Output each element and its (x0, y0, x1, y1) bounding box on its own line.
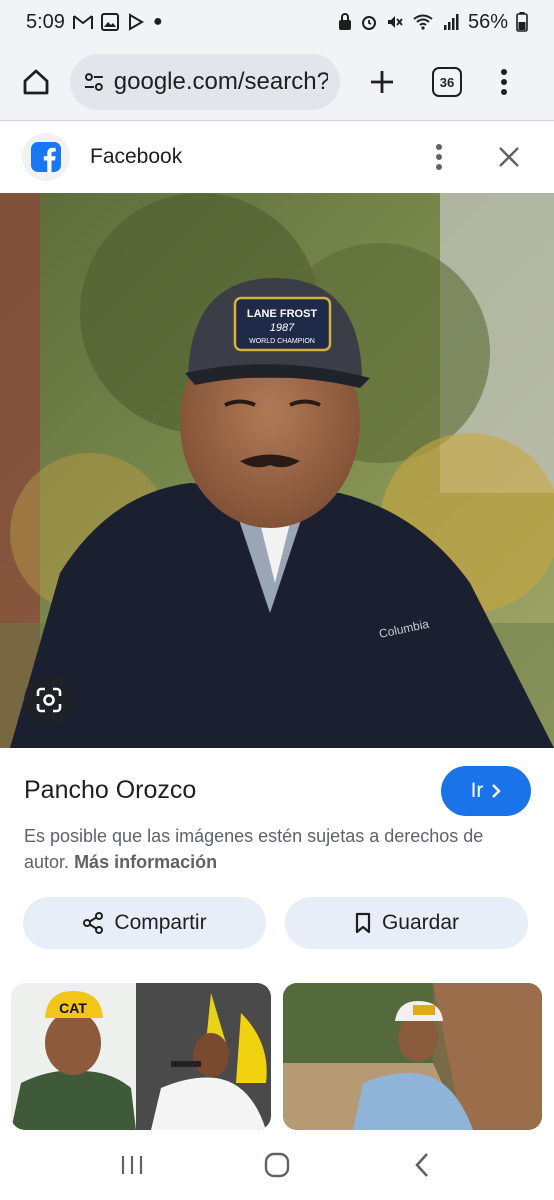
source-name[interactable]: Facebook (90, 145, 424, 169)
visit-button[interactable]: Ir (441, 766, 531, 816)
more-vert-icon (436, 144, 442, 170)
home-nav-button[interactable] (247, 1135, 307, 1195)
battery-icon (516, 12, 528, 32)
share-button[interactable]: Compartir (23, 897, 266, 949)
home-circle-icon (264, 1152, 290, 1178)
plus-icon (371, 71, 393, 93)
visit-label: Ir (470, 779, 484, 802)
thumb-photo-1: CAT (11, 983, 271, 1130)
system-nav-bar (0, 1130, 554, 1200)
cap-text-2: 1987 (270, 322, 295, 334)
bookmark-icon (355, 912, 371, 934)
chevron-right-icon (492, 784, 502, 798)
browser-toolbar: google.com/search? 36 (0, 44, 554, 120)
lens-button[interactable] (24, 675, 74, 725)
cap-text-3: WORLD CHAMPION (249, 338, 315, 345)
close-icon (499, 147, 519, 167)
close-button[interactable] (494, 137, 524, 177)
save-button[interactable]: Guardar (285, 897, 528, 949)
home-button[interactable] (14, 60, 58, 104)
mute-icon (387, 16, 403, 28)
back-button[interactable] (392, 1135, 452, 1195)
tab-switcher-button[interactable]: 36 (432, 67, 462, 97)
browser-menu-button[interactable] (492, 60, 516, 104)
new-tab-button[interactable] (362, 60, 402, 104)
site-settings-icon (84, 73, 103, 91)
home-icon (23, 69, 49, 95)
url-text: google.com/search? (113, 68, 328, 95)
gmail-icon (72, 15, 93, 29)
gallery-icon (100, 13, 119, 31)
source-header: Facebook (0, 121, 554, 193)
facebook-icon (31, 142, 61, 172)
related-image-2[interactable] (283, 983, 542, 1130)
share-icon (83, 912, 104, 934)
more-info-link[interactable]: Más información (74, 852, 217, 872)
recent-apps-button[interactable] (102, 1135, 162, 1195)
save-label: Guardar (381, 911, 460, 934)
related-image-1[interactable]: CAT (11, 983, 271, 1130)
copyright-notice: Es posible que las imágenes estén sujeta… (24, 823, 524, 875)
result-title: Pancho Orozco (24, 776, 197, 804)
thumb-photo-2 (283, 983, 542, 1130)
thumb-cap-text: CAT (59, 1000, 87, 1016)
battery-percent: 56% (467, 10, 508, 33)
source-favicon (22, 133, 70, 181)
status-bar: 5:09 ● 56% (0, 0, 554, 44)
source-more-button[interactable] (424, 137, 454, 177)
address-bar[interactable]: google.com/search? (70, 54, 340, 110)
recents-icon (122, 1156, 143, 1174)
photo-man-in-cap: LANE FROST 1987 WORLD CHAMPION Columbia (0, 193, 554, 748)
google-lens-icon (36, 687, 62, 713)
wifi-icon (413, 14, 433, 30)
notification-dot-icon: ● (152, 13, 163, 30)
share-label: Compartir (114, 911, 207, 934)
signal-icon (443, 14, 459, 30)
lock-icon (338, 13, 351, 30)
main-image[interactable]: LANE FROST 1987 WORLD CHAMPION Columbia (0, 193, 554, 748)
back-icon (414, 1153, 428, 1177)
play-store-icon (128, 13, 144, 31)
cap-text-1: LANE FROST (247, 308, 318, 320)
status-time: 5:09 (26, 10, 65, 33)
more-vert-icon (501, 69, 507, 95)
alarm-icon (361, 16, 376, 30)
